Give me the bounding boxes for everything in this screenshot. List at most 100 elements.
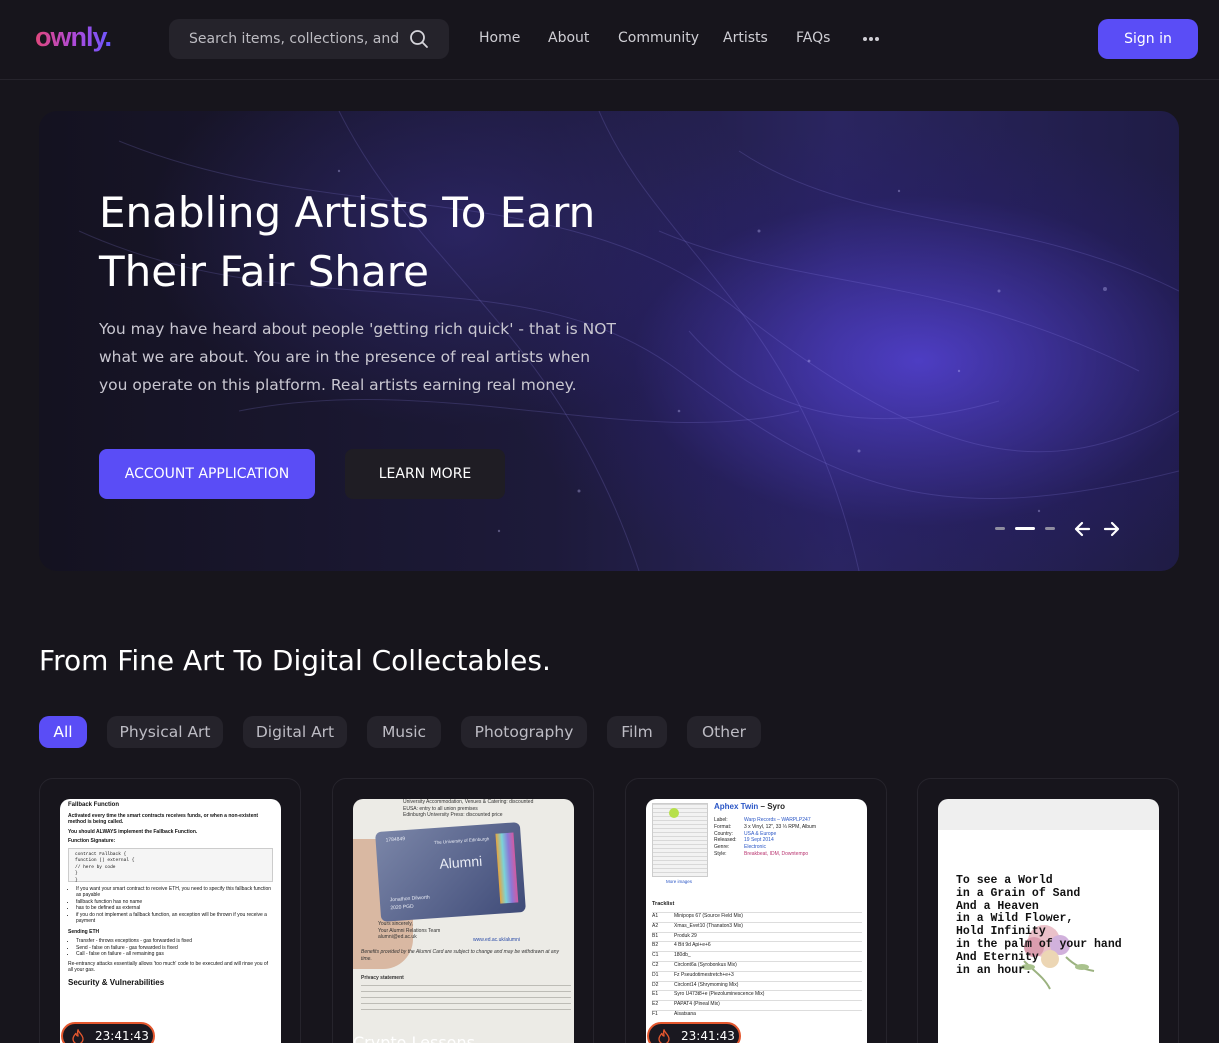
track-title: Minipops 67 (Source Field Mix) bbox=[674, 913, 743, 919]
doc-line: You should ALWAYS implement the Fallback… bbox=[68, 828, 198, 835]
auction-timer: 23:41:43 bbox=[647, 1022, 741, 1043]
filter-film[interactable]: Film bbox=[607, 716, 667, 748]
filter-music[interactable]: Music bbox=[367, 716, 441, 748]
field-label: Label: bbox=[714, 817, 728, 823]
field-value: Electronic bbox=[744, 844, 766, 851]
hero-description: You may have heard about people 'getting… bbox=[99, 320, 616, 394]
item-thumbnail: Fallback Function Activated every time t… bbox=[60, 799, 281, 1043]
doc-bullets-2: Transfer - throws exceptions - gas forwa… bbox=[68, 938, 273, 958]
sign-in-button[interactable]: Sign in bbox=[1098, 19, 1198, 59]
alumni-card-photo: 1784849 The University of Edinburgh Alum… bbox=[375, 822, 526, 922]
filter-other[interactable]: Other bbox=[687, 716, 761, 748]
track-row: E2 PAPAT4 (Pineal Mix) bbox=[652, 1000, 862, 1008]
alumni-card-org: The University of Edinburgh bbox=[433, 836, 490, 846]
track-row: A1 Minipops 67 (Source Field Mix) bbox=[652, 912, 862, 920]
track-position: C1 bbox=[652, 952, 659, 959]
track-row: B2 4 Bit 9d Api+e+6 bbox=[652, 941, 862, 949]
track-position: B2 bbox=[652, 942, 659, 949]
arrow-right-icon[interactable] bbox=[1102, 519, 1122, 539]
alumni-card-label: Alumni bbox=[438, 852, 483, 872]
account-application-button[interactable]: ACCOUNT APPLICATION bbox=[99, 449, 315, 499]
track-position: D2 bbox=[652, 981, 659, 988]
nav-community[interactable]: Community bbox=[618, 30, 699, 46]
ownly-logo[interactable]: ownly. bbox=[35, 22, 112, 53]
track-position: A1 bbox=[652, 913, 659, 919]
record-field: Format: 3 x Vinyl, 12", 33 ⅓ RPM, Album bbox=[714, 824, 864, 831]
slide-indicator-1[interactable] bbox=[995, 527, 1005, 530]
record-album: Syro bbox=[767, 802, 785, 811]
record-fields: Label: Warp Records – WARPLP247 Format: 3 … bbox=[714, 817, 864, 858]
item-thumbnail: More images Aphex Twin – Syro Label: Warp… bbox=[646, 799, 867, 1043]
track-row: E1 Syro U473t8+e (Piezoluminescence Mix) bbox=[652, 990, 862, 998]
nav-about[interactable]: About bbox=[548, 30, 589, 46]
record-artist[interactable]: Aphex Twin bbox=[714, 802, 758, 811]
field-value: USA & Europe bbox=[744, 830, 777, 837]
more-options-icon[interactable] bbox=[862, 36, 880, 42]
alumni-card-number: 1784849 bbox=[385, 836, 406, 844]
track-position: C2 bbox=[652, 961, 659, 968]
track-title: 4 Bit 9d Api+e+6 bbox=[674, 942, 711, 949]
track-position: A2 bbox=[652, 922, 659, 929]
learn-more-button[interactable]: LEARN MORE bbox=[345, 449, 505, 499]
item-thumbnail: To see a World in a Grain of Sand And a … bbox=[938, 799, 1159, 1043]
fire-icon bbox=[658, 1029, 670, 1043]
field-value: 19 Sept 2014 bbox=[744, 837, 774, 844]
slide-indicator-2-active[interactable] bbox=[1015, 527, 1035, 530]
record-field: Label: Warp Records – WARPLP247 bbox=[714, 817, 864, 824]
section-title: From Fine Art To Digital Collectables. bbox=[39, 644, 551, 677]
tracklist: A1 Minipops 67 (Source Field Mix) A2 Xmas_… bbox=[652, 912, 862, 1018]
doc-bullet: Call - false on failure - all remaining … bbox=[76, 951, 273, 958]
filter-photography[interactable]: Photography bbox=[461, 716, 587, 748]
field-label: Released: bbox=[714, 837, 737, 844]
item-card[interactable]: More images Aphex Twin – Syro Label: Warp… bbox=[625, 778, 887, 1043]
letter-line: alumni@ed.ac.uk bbox=[378, 934, 417, 940]
doc-subheading: Sending ETH bbox=[68, 928, 100, 935]
letter-text-top: University Accommodation, Venues & Cater… bbox=[403, 799, 573, 819]
track-row: C2 Circlont6a (Syrobonkus Mix) bbox=[652, 960, 862, 969]
slide-indicator-3[interactable] bbox=[1045, 527, 1055, 530]
timer-value: 23:41:43 bbox=[681, 1029, 735, 1043]
record-field: Style: Breakbeat, IDM, Downtempo bbox=[714, 851, 864, 858]
filter-physical-art[interactable]: Physical Art bbox=[107, 716, 223, 748]
field-label: Format: bbox=[714, 823, 732, 830]
track-row: B1 Produk 29 bbox=[652, 931, 862, 940]
hero-banner: Enabling Artists To Earn Their Fair Shar… bbox=[39, 111, 1179, 571]
item-card[interactable]: To see a World in a Grain of Sand And a … bbox=[917, 778, 1179, 1043]
nav-home[interactable]: Home bbox=[479, 30, 520, 46]
letter-privacy: Privacy statement bbox=[361, 975, 404, 981]
record-field: Genre: Electronic bbox=[714, 844, 864, 851]
arrow-left-icon[interactable] bbox=[1072, 519, 1092, 539]
album-cover-sticker bbox=[669, 808, 679, 818]
nav-faqs[interactable]: FAQs bbox=[796, 30, 830, 46]
doc-line: Function Signature: bbox=[68, 838, 116, 844]
alumni-card-year: 2020 PGD bbox=[390, 903, 414, 912]
alumni-card-name: Jonathon Dilworth bbox=[389, 894, 430, 904]
more-images-link[interactable]: More images bbox=[666, 879, 692, 886]
search-bar bbox=[169, 19, 449, 59]
record-field: Country: USA & Europe bbox=[714, 831, 864, 838]
doc-note: Re-entrancy attacks essentially allows '… bbox=[68, 960, 269, 974]
filter-all[interactable]: All bbox=[39, 716, 87, 748]
alumni-card-stripe bbox=[495, 832, 519, 904]
doc-line: Activated every time the smart contracts… bbox=[68, 812, 259, 826]
track-title: 180db_ bbox=[674, 952, 691, 959]
item-title[interactable]: Crypto Lessons bbox=[353, 1033, 475, 1043]
track-title: Circlont6a (Syrobonkus Mix) bbox=[674, 961, 737, 968]
field-label: Style: bbox=[714, 850, 727, 857]
nav-artists[interactable]: Artists bbox=[723, 30, 768, 46]
track-title: Syro U473t8+e (Piezoluminescence Mix) bbox=[674, 991, 765, 998]
poem-line: in the palm of your hand bbox=[956, 937, 1122, 951]
search-icon[interactable] bbox=[409, 29, 429, 49]
track-row: C1 180db_ bbox=[652, 951, 862, 959]
doc-bullets: If you want your smart contract to recei… bbox=[68, 886, 273, 925]
track-position: E2 bbox=[652, 1001, 659, 1008]
track-title: Circlont14 (Shrymoming Mix) bbox=[674, 981, 739, 988]
poem-line: in a Grain of Sand bbox=[956, 886, 1081, 900]
field-label: Country: bbox=[714, 830, 733, 837]
filter-digital-art[interactable]: Digital Art bbox=[243, 716, 347, 748]
letter-fine-print bbox=[361, 985, 571, 1015]
track-title: Fz Pseudotimestretch+e+3 bbox=[674, 971, 734, 978]
item-card[interactable]: Fallback Function Activated every time t… bbox=[39, 778, 301, 1043]
search-input[interactable] bbox=[169, 19, 399, 59]
item-card[interactable]: University Accommodation, Venues & Cater… bbox=[332, 778, 594, 1043]
